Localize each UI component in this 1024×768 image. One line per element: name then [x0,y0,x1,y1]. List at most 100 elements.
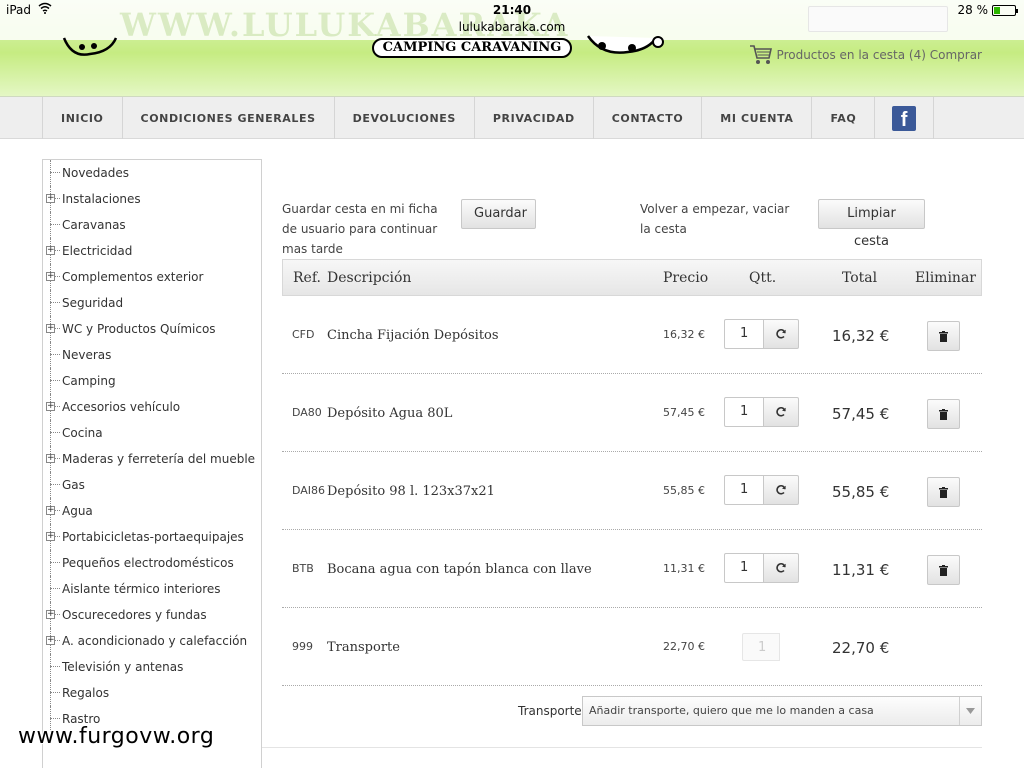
quantity-input[interactable]: 1 [724,475,764,505]
sidebar-category-item[interactable]: + Electricidad [43,238,261,264]
sidebar-category-item[interactable]: Seguridad [43,290,261,316]
category-label: Regalos [62,686,110,700]
sidebar-category-item[interactable]: Gas [43,472,261,498]
col-remove: Eliminar [915,270,976,286]
nav-item-inicio[interactable]: INICIO [43,97,123,139]
transport-select[interactable]: Añadir transporte, quiero que me lo mand… [582,696,982,726]
refresh-quantity-button[interactable] [763,475,799,505]
row-ref: BTB [292,562,314,575]
tree-connector [50,302,60,303]
sidebar-category-item[interactable]: + Accesorios vehículo [43,394,261,420]
expand-plus-icon[interactable]: + [46,194,55,203]
battery-level-fill [994,6,1000,14]
refresh-quantity-button[interactable] [763,397,799,427]
sidebar-category-item[interactable]: + Agua [43,498,261,524]
sidebar-category-item[interactable]: + Instalaciones [43,186,261,212]
sidebar-category-item[interactable]: + A. acondicionado y calefacción [43,628,261,654]
nav-item-devoluciones[interactable]: DEVOLUCIONES [335,97,475,139]
expand-plus-icon[interactable]: + [46,402,55,411]
quantity-input[interactable]: 1 [724,397,764,427]
sidebar-category-item[interactable]: + Complementos exterior [43,264,261,290]
row-total: 55,85 € [832,483,890,501]
nav-item-contacto[interactable]: CONTACTO [594,97,703,139]
nav-item-faq[interactable]: FAQ [812,97,876,139]
basket-rows: CFD Cincha Fijación Depósitos 16,32 € 1 16,3… [282,296,982,686]
tree-connector [50,432,60,433]
sidebar-category-item[interactable]: Televisión y antenas [43,654,261,680]
category-label: Maderas y ferretería del mueble [62,452,256,466]
tree-line [50,420,51,446]
watermark: www.furgovw.org [18,724,215,749]
tree-line [50,368,51,394]
sidebar-category-item[interactable]: Caravanas [43,212,261,238]
sidebar-category-item[interactable]: + Oscurecedores y fundas [43,602,261,628]
address-bar-url[interactable]: lulukabaraka.com [0,20,1024,34]
row-price: 16,32 € [663,328,705,341]
refresh-quantity-button[interactable] [763,319,799,349]
chevron-down-icon [959,697,981,725]
sidebar-category-item[interactable]: Neveras [43,342,261,368]
cart-link[interactable]: Productos en la cesta (4) Comprar [749,44,982,66]
col-ref: Ref. [293,270,321,286]
row-description[interactable]: Bocana agua con tapón blanca con llave [327,562,592,577]
expand-plus-icon[interactable]: + [46,610,55,619]
expand-plus-icon[interactable]: + [46,636,55,645]
logo-subtitle: CAMPING CARAVANING [372,38,572,58]
expand-plus-icon[interactable]: + [46,532,55,541]
quantity-input-disabled: 1 [742,633,780,661]
quantity-input[interactable]: 1 [724,553,764,583]
clear-basket-button[interactable]: Limpiar cesta [818,199,925,249]
sidebar-category-item[interactable]: + Maderas y ferretería del mueble [43,446,261,472]
row-price: 55,85 € [663,484,705,497]
category-label: Oscurecedores y fundas [62,608,207,622]
row-description[interactable]: Transporte [327,640,400,655]
sidebar-category-item[interactable]: + WC y Productos Químicos [43,316,261,342]
transport-selected-value: Añadir transporte, quiero que me lo mand… [589,704,874,717]
tree-connector [50,718,60,719]
trash-icon [939,564,948,576]
nav-menu: INICIO CONDICIONES GENERALES DEVOLUCIONE… [42,97,935,139]
row-total: 22,70 € [832,639,890,657]
remove-item-button[interactable] [927,321,960,351]
transport-label: Transporte: [518,704,586,718]
save-basket-button[interactable]: Guardar [461,199,536,229]
category-sidebar: Novedades + Instalaciones Caravanas + Electri… [42,159,262,768]
row-total: 57,45 € [832,405,890,423]
remove-item-button[interactable] [927,555,960,585]
expand-plus-icon[interactable]: + [46,324,55,333]
row-description[interactable]: Depósito 98 l. 123x37x21 [327,484,495,499]
remove-item-button[interactable] [927,477,960,507]
clock: 21:40 [492,3,532,17]
sidebar-category-item[interactable]: Camping [43,368,261,394]
expand-plus-icon[interactable]: + [46,246,55,255]
tree-line [50,654,51,680]
facebook-icon: f [892,105,917,131]
basket-table: Ref. Descripción Precio Qtt. Total Elimi… [282,259,982,686]
remove-item-button[interactable] [927,399,960,429]
sidebar-category-item[interactable]: Novedades [43,160,261,186]
row-description[interactable]: Cincha Fijación Depósitos [327,328,499,343]
nav-item-mi-cuenta[interactable]: MI CUENTA [702,97,813,139]
sidebar-category-item[interactable]: Pequeños electrodomésticos [43,550,261,576]
nav-item-condiciones[interactable]: CONDICIONES GENERALES [123,97,335,139]
category-label: Aislante térmico interiores [62,582,221,596]
tree-connector [50,484,60,485]
tree-connector [50,692,60,693]
nav-item-facebook[interactable]: f [875,97,935,139]
expand-plus-icon[interactable]: + [46,272,55,281]
sidebar-category-item[interactable]: Cocina [43,420,261,446]
expand-plus-icon[interactable]: + [46,454,55,463]
refresh-icon [775,562,787,574]
tree-line [50,212,51,238]
category-label: Camping [62,374,116,388]
refresh-quantity-button[interactable] [763,553,799,583]
sidebar-category-item[interactable]: + Portabicicletas-portaequipajes [43,524,261,550]
nav-item-privacidad[interactable]: PRIVACIDAD [475,97,594,139]
row-description[interactable]: Depósito Agua 80L [327,406,452,421]
expand-plus-icon[interactable]: + [46,506,55,515]
quantity-input[interactable]: 1 [724,319,764,349]
sidebar-category-item[interactable]: Regalos [43,680,261,706]
tree-line [50,290,51,316]
sidebar-category-item[interactable]: Aislante térmico interiores [43,576,261,602]
tree-line [50,550,51,576]
